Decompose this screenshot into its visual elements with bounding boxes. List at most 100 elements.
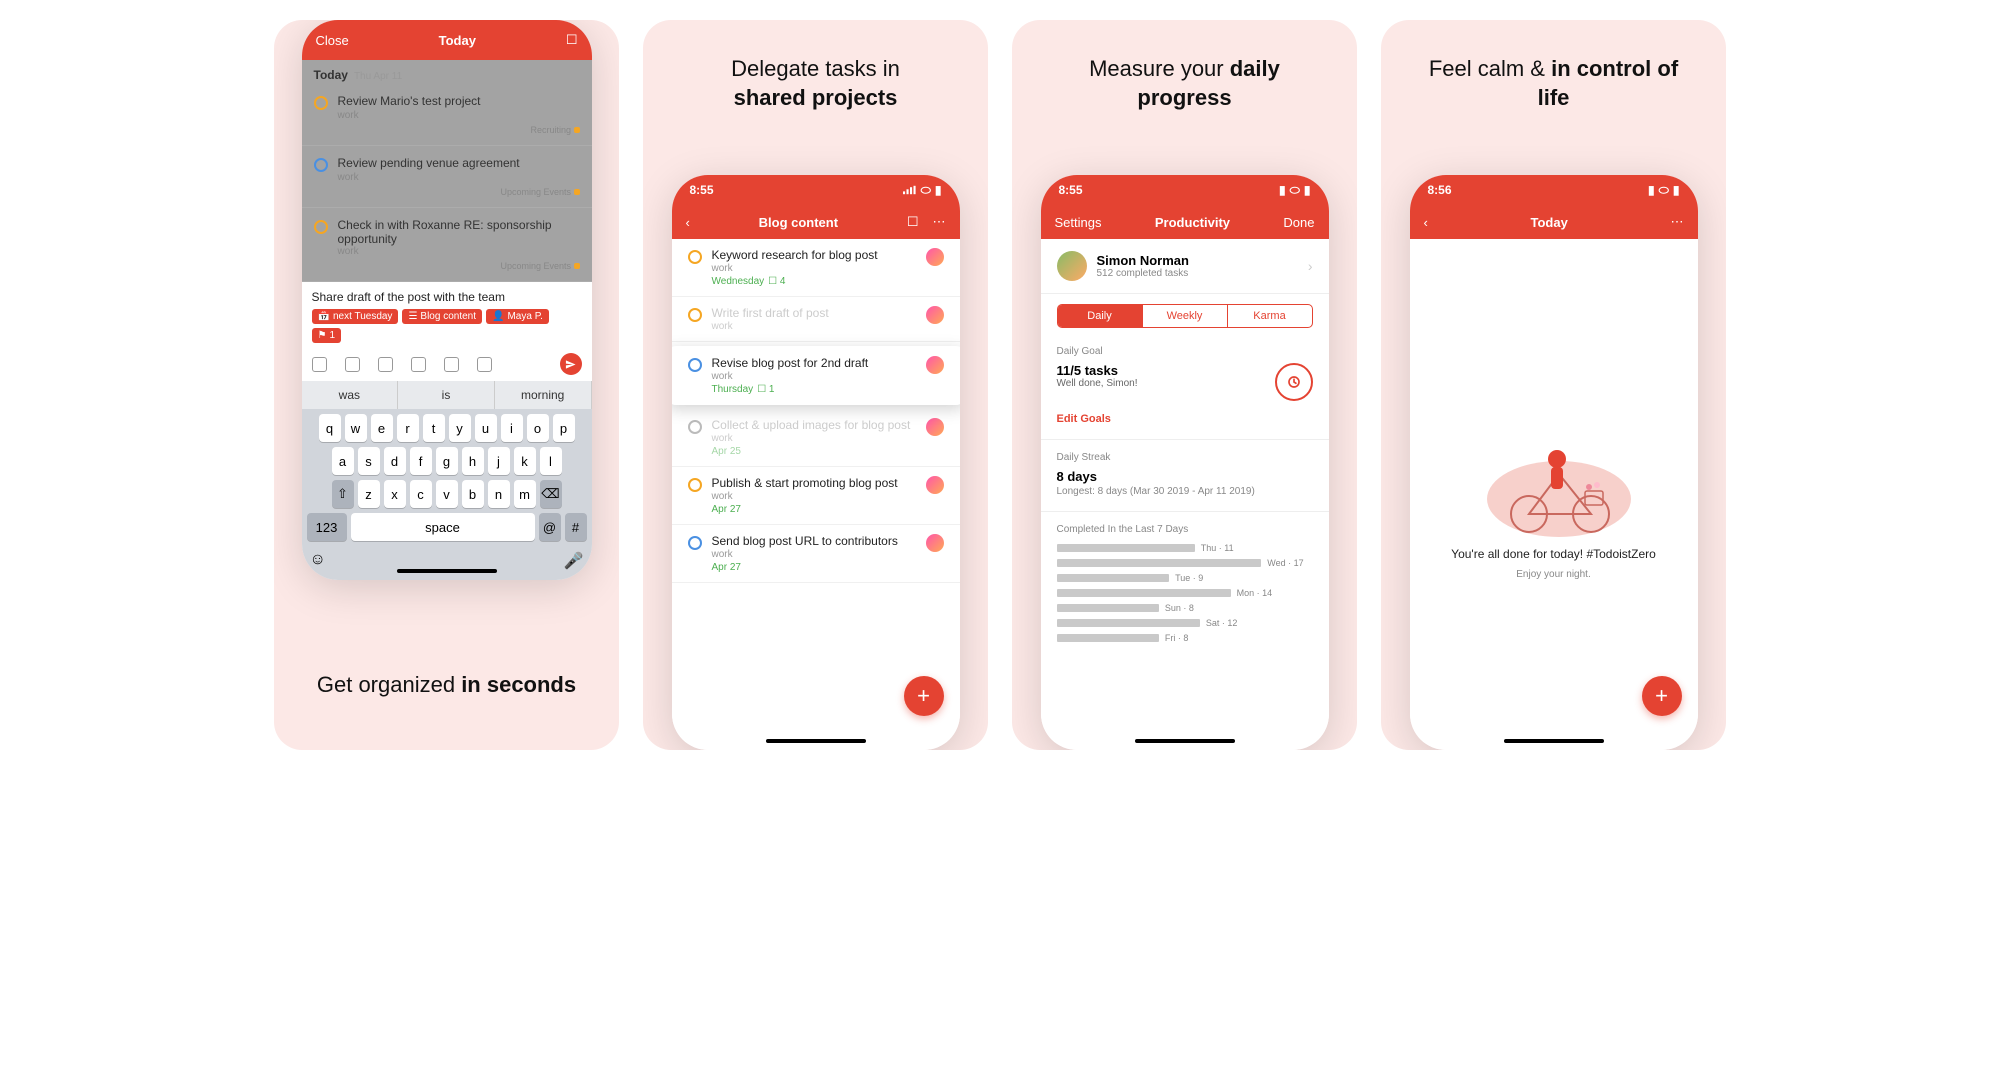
person-icon[interactable] — [444, 357, 459, 372]
task-checkbox[interactable] — [314, 220, 328, 234]
key-v[interactable]: v — [436, 480, 458, 508]
key-h[interactable]: h — [462, 447, 484, 475]
task-list[interactable]: Keyword research for blog postworkWednes… — [672, 239, 960, 750]
suggestion[interactable]: morning — [495, 381, 592, 409]
home-indicator[interactable] — [1135, 739, 1235, 743]
key-a[interactable]: a — [332, 447, 354, 475]
task-row[interactable]: Keyword research for blog postworkWednes… — [672, 239, 960, 297]
more-icon[interactable]: ⋯ — [1670, 214, 1683, 230]
space-key[interactable]: space — [351, 513, 535, 541]
back-button[interactable]: ‹ — [1424, 215, 1428, 230]
task-checkbox[interactable] — [314, 96, 328, 110]
at-key[interactable]: @ — [539, 513, 561, 541]
key-r[interactable]: r — [397, 414, 419, 442]
suggestion[interactable]: is — [398, 381, 495, 409]
signal-icon: ▮ — [1648, 183, 1655, 197]
key-n[interactable]: n — [488, 480, 510, 508]
add-task-fab[interactable]: + — [1642, 676, 1682, 716]
task-checkbox[interactable] — [688, 478, 702, 492]
hash-key[interactable]: # — [565, 513, 587, 541]
navbar-today: Close Today ☐ — [302, 20, 592, 60]
pill-assignee[interactable]: 👤Maya P. — [486, 309, 549, 324]
edit-goals-link[interactable]: Edit Goals — [1041, 409, 1329, 435]
navbar-today: ‹ Today ⋯ — [1410, 205, 1698, 239]
send-button[interactable] — [560, 353, 582, 375]
home-indicator[interactable] — [397, 569, 497, 573]
list-icon[interactable] — [345, 357, 360, 372]
back-button[interactable]: ‹ — [686, 215, 690, 230]
tag-icon[interactable] — [378, 357, 393, 372]
daily-streak-header: Daily Streak — [1041, 444, 1329, 467]
task-row[interactable]: Revise blog post for 2nd draftworkThursd… — [672, 346, 960, 405]
task-checkbox[interactable] — [688, 536, 702, 550]
key-g[interactable]: g — [436, 447, 458, 475]
segment-karma[interactable]: Karma — [1227, 305, 1312, 327]
key-b[interactable]: b — [462, 480, 484, 508]
flag-icon[interactable] — [411, 357, 426, 372]
task-checkbox[interactable] — [688, 308, 702, 322]
key-e[interactable]: e — [371, 414, 393, 442]
pill-project[interactable]: ☰Blog content — [402, 309, 482, 324]
task-row[interactable]: Check in with Roxanne RE: sponsorship op… — [302, 208, 592, 282]
segment-weekly[interactable]: Weekly — [1142, 305, 1227, 327]
task-row[interactable]: Send blog post URL to contributorsworkAp… — [672, 525, 960, 583]
card-caption-2: Delegate tasks inshared projects — [643, 20, 988, 112]
done-button[interactable]: Done — [1283, 215, 1314, 230]
comment-icon[interactable] — [477, 357, 492, 372]
ios-keyboard[interactable]: wasismorning qwertyuiop asdfghjkl ⇧ zxcv… — [302, 381, 592, 580]
key-c[interactable]: c — [410, 480, 432, 508]
wifi-icon: ⬭ — [1290, 183, 1300, 198]
key-y[interactable]: y — [449, 414, 471, 442]
key-u[interactable]: u — [475, 414, 497, 442]
key-q[interactable]: q — [319, 414, 341, 442]
task-row[interactable]: Publish & start promoting blog postworkA… — [672, 467, 960, 525]
pill-priority[interactable]: ⚑1 — [312, 328, 342, 343]
key-j[interactable]: j — [488, 447, 510, 475]
numeric-key[interactable]: 123 — [307, 513, 347, 541]
key-x[interactable]: x — [384, 480, 406, 508]
emoji-key[interactable]: ☺ — [310, 551, 326, 571]
key-d[interactable]: d — [384, 447, 406, 475]
home-indicator[interactable] — [1504, 739, 1604, 743]
task-row[interactable]: Collect & upload images for blog postwor… — [672, 409, 960, 467]
task-row[interactable]: Write first draft of postwork — [672, 297, 960, 342]
key-o[interactable]: o — [527, 414, 549, 442]
task-input-text[interactable]: Share draft of the post with the team — [312, 290, 582, 304]
home-indicator[interactable] — [766, 739, 866, 743]
task-checkbox[interactable] — [314, 158, 328, 172]
key-t[interactable]: t — [423, 414, 445, 442]
profile-row[interactable]: Simon Norman 512 completed tasks › — [1041, 239, 1329, 294]
task-checkbox[interactable] — [688, 420, 702, 434]
cast-icon[interactable]: ☐ — [566, 32, 578, 48]
key-w[interactable]: w — [345, 414, 367, 442]
task-checkbox[interactable] — [688, 250, 702, 264]
pill-date[interactable]: 📅next Tuesday — [312, 309, 399, 324]
key-p[interactable]: p — [553, 414, 575, 442]
key-l[interactable]: l — [540, 447, 562, 475]
key-m[interactable]: m — [514, 480, 536, 508]
close-button[interactable]: Close — [316, 33, 349, 48]
key-f[interactable]: f — [410, 447, 432, 475]
settings-button[interactable]: Settings — [1055, 215, 1102, 230]
shift-key[interactable]: ⇧ — [332, 480, 354, 508]
screenshot-card-2: Delegate tasks inshared projects 8:55 ⬭▮… — [643, 20, 988, 750]
delete-key[interactable]: ⌫ — [540, 480, 562, 508]
assignee-avatar — [926, 248, 944, 266]
key-i[interactable]: i — [501, 414, 523, 442]
more-icon[interactable]: ⋯ — [933, 214, 946, 230]
add-task-fab[interactable]: + — [904, 676, 944, 716]
calendar-icon[interactable] — [312, 357, 327, 372]
mic-key[interactable]: 🎤 — [564, 551, 584, 571]
task-title: Review Mario's test project — [338, 94, 481, 108]
comments-icon[interactable]: ☐ — [907, 214, 919, 230]
segment-daily[interactable]: Daily — [1058, 305, 1142, 327]
period-segmented-control[interactable]: DailyWeeklyKarma — [1057, 304, 1313, 328]
task-row[interactable]: Review pending venue agreementworkUpcomi… — [302, 146, 592, 208]
history-row: Sat · 12 — [1057, 618, 1313, 628]
task-checkbox[interactable] — [688, 358, 702, 372]
task-row[interactable]: Review Mario's test projectworkRecruitin… — [302, 84, 592, 146]
key-z[interactable]: z — [358, 480, 380, 508]
suggestion[interactable]: was — [302, 381, 399, 409]
key-k[interactable]: k — [514, 447, 536, 475]
key-s[interactable]: s — [358, 447, 380, 475]
